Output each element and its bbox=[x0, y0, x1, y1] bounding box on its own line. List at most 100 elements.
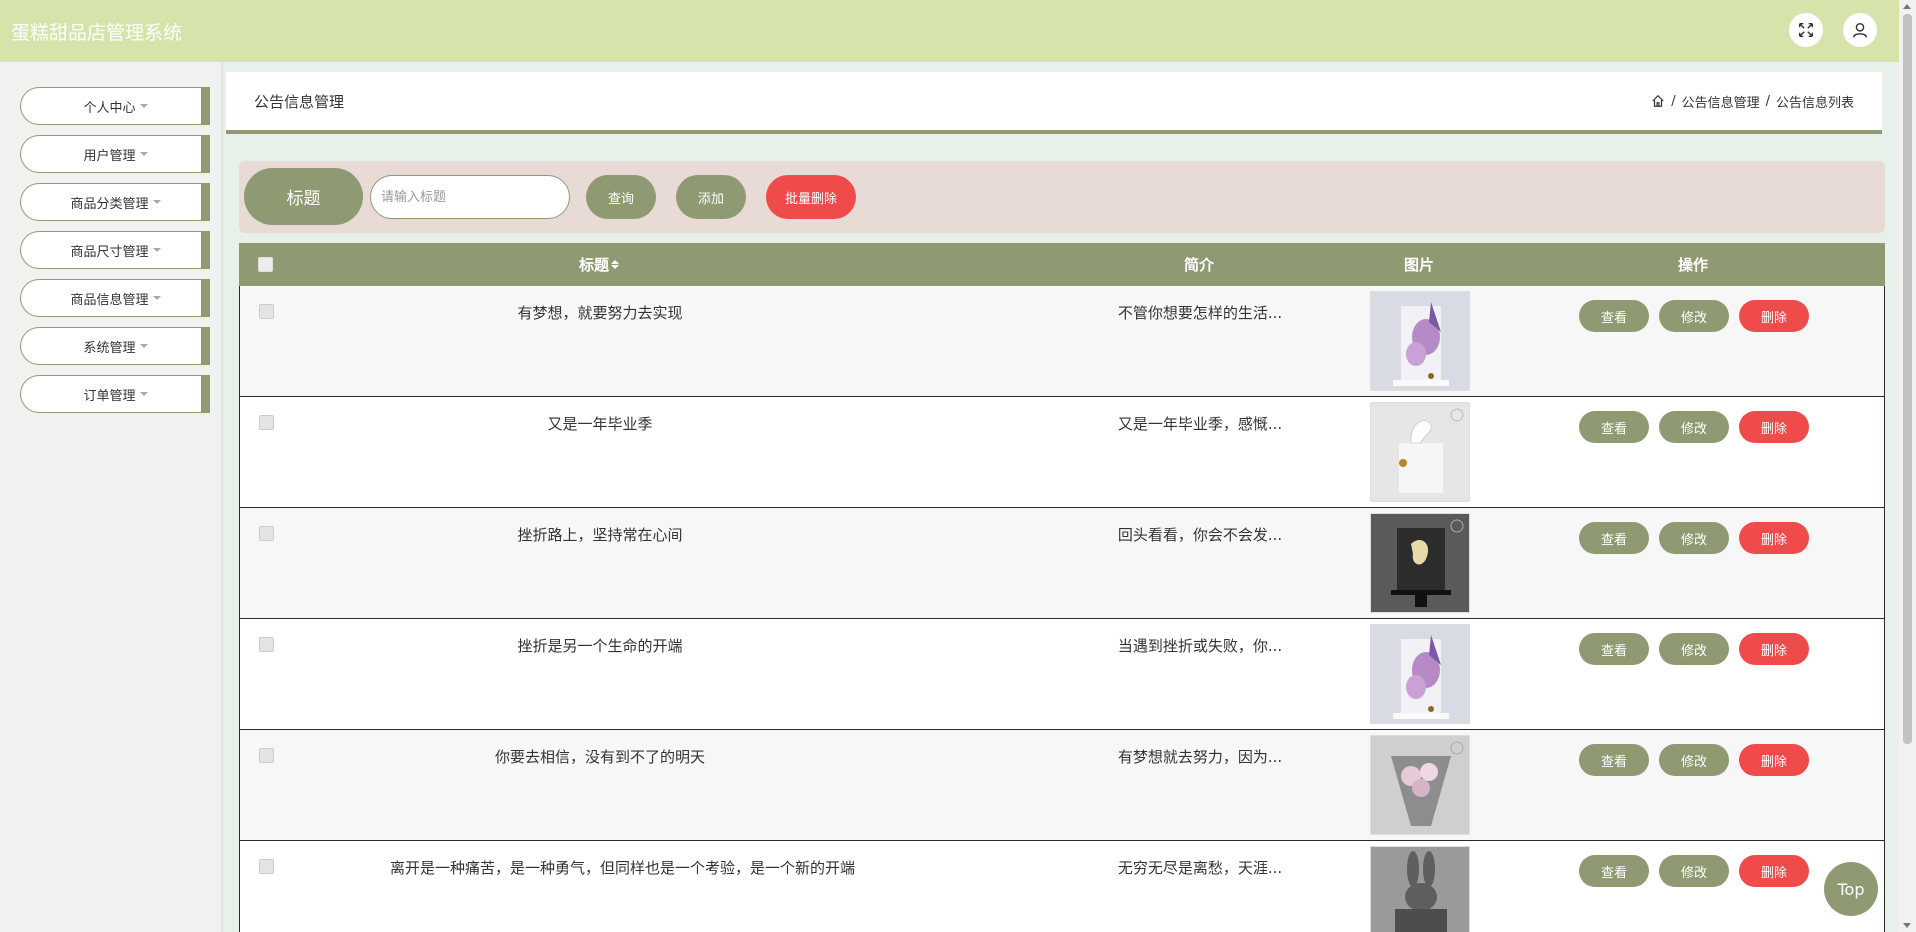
back-to-top-button[interactable]: Top bbox=[1824, 862, 1878, 916]
caret-down-icon bbox=[139, 104, 148, 108]
sidebar-item-category-management[interactable]: 商品分类管理 bbox=[20, 183, 210, 221]
batch-delete-button[interactable]: 批量删除 bbox=[766, 175, 856, 219]
fullscreen-icon bbox=[1798, 22, 1814, 38]
view-button[interactable]: 查看 bbox=[1579, 744, 1649, 776]
table-row: 挫折是另一个生命的开端 当遇到挫折或失败，你... 查看 修改 删除 bbox=[239, 619, 1885, 730]
view-button[interactable]: 查看 bbox=[1579, 300, 1649, 332]
top-header: 蛋糕甜品店管理系统 bbox=[0, 0, 1916, 62]
cake-purple-flowers-image bbox=[1371, 625, 1469, 723]
table-row: 有梦想，就要努力去实现 不管你想要怎样的生活... 查看 修改 删除 bbox=[239, 286, 1885, 397]
table-header: 标题 简介 图片 操作 bbox=[239, 243, 1885, 286]
caret-down-icon bbox=[152, 248, 161, 252]
row-checkbox[interactable] bbox=[259, 304, 274, 319]
delete-button[interactable]: 删除 bbox=[1739, 744, 1809, 776]
breadcrumb: / 公告信息管理 / 公告信息列表 bbox=[1651, 92, 1854, 111]
caret-down-icon bbox=[152, 200, 161, 204]
breadcrumb-item[interactable]: 公告信息管理 bbox=[1682, 92, 1760, 111]
row-intro: 不管你想要怎样的生活... bbox=[1117, 304, 1283, 322]
row-intro: 无穷无尽是离愁，天涯... bbox=[1117, 859, 1283, 877]
edit-button[interactable]: 修改 bbox=[1659, 855, 1729, 887]
sidebar-item-product-management[interactable]: 商品信息管理 bbox=[20, 279, 210, 317]
row-image[interactable] bbox=[1370, 513, 1470, 613]
home-icon[interactable] bbox=[1651, 94, 1665, 108]
row-image[interactable] bbox=[1370, 291, 1470, 391]
app-title: 蛋糕甜品店管理系统 bbox=[11, 21, 183, 44]
scroll-up-icon[interactable] bbox=[1903, 4, 1911, 9]
breadcrumb-separator: / bbox=[1765, 93, 1770, 109]
row-title: 又是一年毕业季 bbox=[547, 415, 653, 433]
scrollbar-thumb[interactable] bbox=[1903, 14, 1912, 744]
page-header: 公告信息管理 / 公告信息管理 / 公告信息列表 bbox=[226, 72, 1882, 134]
caret-down-icon bbox=[139, 152, 148, 156]
cake-black-gold-image bbox=[1371, 514, 1469, 612]
row-title: 离开是一种痛苦，是一种勇气，但同样也是一个考验，是一个新的开端 bbox=[390, 859, 856, 877]
delete-button[interactable]: 删除 bbox=[1739, 633, 1809, 665]
edit-button[interactable]: 修改 bbox=[1659, 744, 1729, 776]
caret-down-icon bbox=[139, 344, 148, 348]
edit-button[interactable]: 修改 bbox=[1659, 411, 1729, 443]
add-button[interactable]: 添加 bbox=[676, 175, 746, 219]
sidebar-item-size-management[interactable]: 商品尺寸管理 bbox=[20, 231, 210, 269]
query-button[interactable]: 查询 bbox=[586, 175, 656, 219]
cake-purple-flowers-image bbox=[1371, 292, 1469, 390]
select-all-checkbox[interactable] bbox=[258, 257, 273, 272]
row-checkbox[interactable] bbox=[259, 526, 274, 541]
row-checkbox[interactable] bbox=[259, 748, 274, 763]
cake-white-swan-image bbox=[1371, 403, 1469, 501]
row-title: 挫折是另一个生命的开端 bbox=[517, 637, 683, 655]
edit-button[interactable]: 修改 bbox=[1659, 300, 1729, 332]
view-button[interactable]: 查看 bbox=[1579, 855, 1649, 887]
caret-down-icon bbox=[152, 296, 161, 300]
column-header-label: 标题 bbox=[578, 256, 609, 274]
row-title: 挫折路上，坚持常在心间 bbox=[517, 526, 683, 544]
sidebar-item-label: 商品分类管理 bbox=[70, 196, 149, 212]
row-checkbox[interactable] bbox=[259, 859, 274, 874]
sidebar-item-label: 个人中心 bbox=[83, 100, 136, 116]
page-scrollbar[interactable] bbox=[1899, 0, 1916, 932]
delete-button[interactable]: 删除 bbox=[1739, 300, 1809, 332]
sidebar-item-user-management[interactable]: 用户管理 bbox=[20, 135, 210, 173]
table-row: 又是一年毕业季 又是一年毕业季，感慨... 查看 修改 删除 bbox=[239, 397, 1885, 508]
column-header-actions: 操作 bbox=[1677, 256, 1708, 274]
breadcrumb-separator: / bbox=[1671, 93, 1676, 109]
row-title: 你要去相信，没有到不了的明天 bbox=[494, 748, 705, 766]
edit-button[interactable]: 修改 bbox=[1659, 633, 1729, 665]
view-button[interactable]: 查看 bbox=[1579, 411, 1649, 443]
user-button[interactable] bbox=[1843, 13, 1877, 47]
column-header-title[interactable]: 标题 bbox=[389, 243, 809, 286]
view-button[interactable]: 查看 bbox=[1579, 522, 1649, 554]
sidebar-item-system-management[interactable]: 系统管理 bbox=[20, 327, 210, 365]
main-content: 公告信息管理 / 公告信息管理 / 公告信息列表 标题 查询 添加 批量删除 标… bbox=[226, 62, 1890, 932]
search-label: 标题 bbox=[244, 168, 363, 225]
title-search-input[interactable] bbox=[370, 175, 570, 219]
row-title: 有梦想，就要努力去实现 bbox=[517, 304, 683, 322]
delete-button[interactable]: 删除 bbox=[1739, 855, 1809, 887]
sidebar-item-label: 系统管理 bbox=[83, 340, 136, 356]
view-button[interactable]: 查看 bbox=[1579, 633, 1649, 665]
sidebar-item-personal-center[interactable]: 个人中心 bbox=[20, 87, 210, 125]
delete-button[interactable]: 删除 bbox=[1739, 522, 1809, 554]
delete-button[interactable]: 删除 bbox=[1739, 411, 1809, 443]
row-intro: 有梦想就去努力，因为... bbox=[1117, 748, 1283, 766]
row-image[interactable] bbox=[1370, 735, 1470, 835]
edit-button[interactable]: 修改 bbox=[1659, 522, 1729, 554]
sort-icon[interactable] bbox=[611, 260, 619, 269]
page-title: 公告信息管理 bbox=[254, 92, 345, 111]
scroll-down-icon[interactable] bbox=[1903, 923, 1911, 928]
cake-grey-bouquet-image bbox=[1371, 736, 1469, 834]
row-intro: 当遇到挫折或失败，你... bbox=[1117, 637, 1283, 655]
row-image[interactable] bbox=[1370, 402, 1470, 502]
sidebar-item-order-management[interactable]: 订单管理 bbox=[20, 375, 210, 413]
fullscreen-button[interactable] bbox=[1789, 13, 1823, 47]
table-row: 你要去相信，没有到不了的明天 有梦想就去努力，因为... 查看 修改 删除 bbox=[239, 730, 1885, 841]
caret-down-icon bbox=[139, 392, 148, 396]
sidebar-item-label: 用户管理 bbox=[83, 148, 136, 164]
user-icon bbox=[1852, 22, 1868, 38]
table-row: 离开是一种痛苦，是一种勇气，但同样也是一个考验，是一个新的开端 无穷无尽是离愁，… bbox=[239, 841, 1885, 932]
row-image[interactable] bbox=[1370, 846, 1470, 932]
row-checkbox[interactable] bbox=[259, 415, 274, 430]
sidebar-item-label: 商品尺寸管理 bbox=[70, 244, 149, 260]
row-checkbox[interactable] bbox=[259, 637, 274, 652]
row-image[interactable] bbox=[1370, 624, 1470, 724]
cake-grey-bunny-image bbox=[1371, 847, 1469, 932]
